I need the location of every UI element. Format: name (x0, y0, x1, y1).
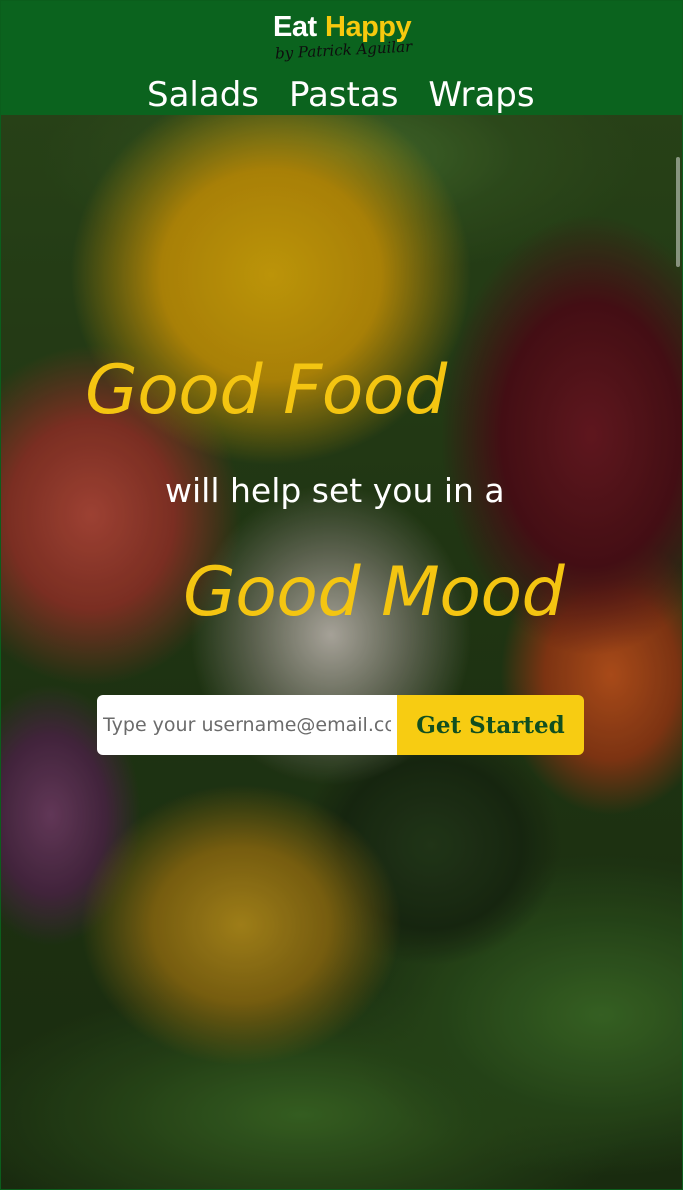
hero-subline: will help set you in a (165, 471, 505, 510)
email-input[interactable] (97, 695, 397, 755)
page: Eat Happy by Patrick Aguilar Salads Past… (0, 0, 683, 1190)
site-header: Eat Happy by Patrick Aguilar Salads Past… (1, 1, 682, 115)
hero-section (1, 115, 682, 1189)
nav-item-pastas[interactable]: Pastas (289, 75, 398, 115)
main-nav: Salads Pastas Wraps (147, 75, 535, 115)
brand-logo[interactable]: Eat Happy by Patrick Aguilar (273, 11, 413, 63)
nav-item-salads[interactable]: Salads (147, 75, 259, 115)
get-started-button[interactable]: Get Started (397, 695, 584, 755)
hero-headline-good-mood: Good Mood (183, 553, 565, 632)
scrollbar-thumb[interactable] (676, 157, 680, 267)
scrollbar[interactable] (676, 117, 680, 1187)
logo-word-eat: Eat (273, 11, 317, 43)
hero-background-image (1, 115, 682, 1189)
nav-item-wraps[interactable]: Wraps (428, 75, 534, 115)
hero-headline-good-food: Good Food (85, 351, 447, 430)
signup-form: Get Started (97, 695, 584, 755)
